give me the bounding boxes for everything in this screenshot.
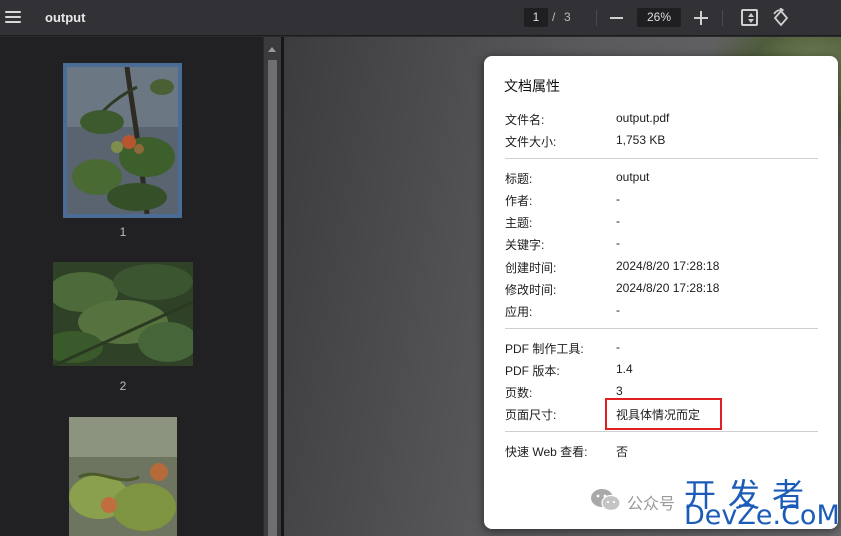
toolbar-divider — [596, 10, 597, 26]
annotation-highlight-box — [605, 398, 722, 430]
property-key: 关键字: — [505, 238, 545, 252]
page-2-image — [53, 262, 193, 366]
property-key: 作者: — [505, 194, 533, 208]
section-divider — [505, 328, 818, 329]
property-value: 1,753 KB — [616, 133, 666, 147]
property-value: - — [616, 340, 620, 354]
thumbnail-page-2[interactable] — [53, 262, 193, 366]
property-key: 文件大小: — [505, 135, 557, 149]
document-properties-dialog: 文档属性 文件名: output.pdf 文件大小: 1,753 KB 标题: … — [484, 56, 838, 529]
thumbnail-label-2: 2 — [119, 379, 127, 393]
property-value: - — [616, 192, 620, 206]
document-title: output — [45, 10, 86, 25]
property-key: PDF 版本: — [505, 364, 560, 378]
watermark-wechat-text: 公众号 — [627, 496, 676, 513]
zoom-level[interactable]: 26% — [637, 8, 681, 27]
property-value: output — [616, 170, 650, 184]
property-value: 否 — [616, 445, 629, 459]
property-key: 文件名: — [505, 113, 545, 127]
logo-english-text: DevZe.CoM — [684, 500, 840, 531]
thumbnail-page-1[interactable] — [63, 63, 182, 218]
zoom-out-icon[interactable] — [610, 17, 623, 19]
property-key: 修改时间: — [505, 283, 557, 297]
section-divider — [505, 158, 818, 159]
property-key: PDF 制作工具: — [505, 342, 584, 356]
property-value: 1.4 — [616, 362, 633, 376]
devze-logo: 开发者 DevZe.CoM — [684, 470, 840, 532]
section-divider — [505, 431, 818, 432]
page-separator: / — [552, 10, 556, 24]
menu-icon[interactable] — [5, 11, 21, 25]
property-value: 2024/8/20 17:28:18 — [616, 259, 720, 273]
page-total: 3 — [564, 10, 571, 24]
property-value: - — [616, 236, 620, 250]
property-key: 页面尺寸: — [505, 408, 557, 422]
property-key: 应用: — [505, 305, 533, 319]
wechat-icon — [591, 489, 621, 512]
property-key: 创建时间: — [505, 261, 557, 275]
fit-page-icon[interactable] — [741, 9, 758, 26]
scroll-up-arrow-icon[interactable] — [268, 47, 276, 52]
property-value: - — [616, 214, 620, 228]
property-key: 页数: — [505, 386, 533, 400]
property-key: 快速 Web 查看: — [505, 445, 588, 459]
toolbar: output 1 / 3 26% — [0, 0, 841, 36]
property-value: output.pdf — [616, 111, 670, 125]
zoom-in-icon[interactable] — [694, 11, 708, 25]
property-value: 3 — [616, 384, 623, 398]
thumbnail-page-3[interactable] — [69, 417, 177, 536]
dialog-title: 文档属性 — [504, 78, 560, 94]
page-3-image — [69, 417, 177, 536]
page-1-image — [67, 67, 178, 214]
toolbar-divider — [722, 10, 723, 26]
property-key: 主题: — [505, 216, 533, 230]
page-number-input[interactable]: 1 — [524, 8, 548, 27]
property-key: 标题: — [505, 172, 533, 186]
scrollbar-thumb[interactable] — [268, 60, 277, 536]
thumbnail-sidebar: 1 2 — [0, 37, 263, 536]
rotate-icon[interactable] — [771, 8, 791, 28]
thumbnail-label-1: 1 — [119, 225, 127, 239]
property-value: - — [616, 303, 620, 317]
property-value: 2024/8/20 17:28:18 — [616, 281, 720, 295]
